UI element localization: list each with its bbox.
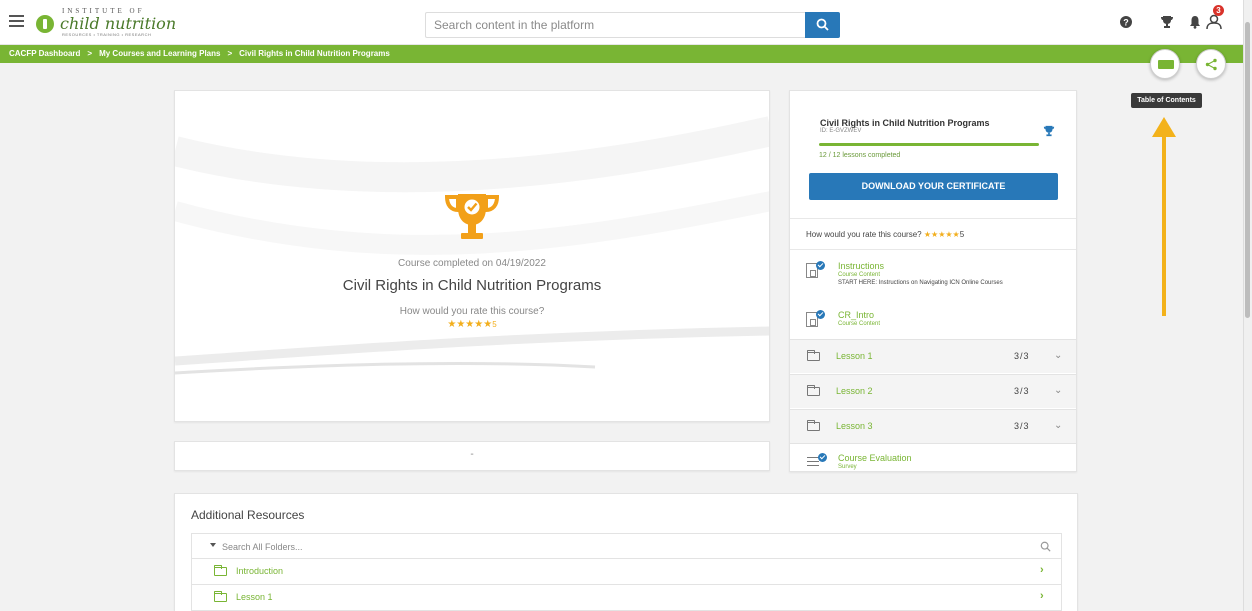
notification-badge: 3 [1213,5,1224,16]
breadcrumb-my-courses[interactable]: My Courses and Learning Plans [99,49,220,58]
folder-name[interactable]: Lesson 1 [236,592,273,602]
lesson-row-2[interactable]: Lesson 2 3/3 ⌄ [790,374,1076,408]
share-button[interactable] [1196,49,1226,79]
divider [790,218,1076,219]
lesson-name[interactable]: Lesson 3 [836,421,873,431]
help-icon[interactable]: ? [1119,15,1133,29]
content-item-description: START HERE: Instructions on Navigating I… [838,280,1003,286]
breadcrumb-current-course[interactable]: Civil Rights in Child Nutrition Programs [239,49,390,58]
scrollbar-thumb[interactable] [1245,22,1250,318]
completed-check-icon [818,453,827,462]
lesson-count: 3/3 [1014,386,1030,396]
rating-stars[interactable]: ★★★★★5 [175,319,769,330]
secondary-card-text: - [470,449,474,460]
breadcrumb: CACFP Dashboard > My Courses and Learning … [0,45,1243,63]
svg-text:?: ? [1123,18,1129,28]
global-search [425,12,840,38]
secondary-card: - [174,441,770,471]
table-of-contents-button[interactable] [1150,49,1180,79]
star-icons[interactable]: ★★★★★ [447,319,492,330]
folder-icon [214,591,227,602]
top-bar: INSTITUTE OF child nutrition RESOURCES •… [0,0,1243,45]
content-item-title[interactable]: CR_Intro [838,310,874,320]
folder-icon [807,420,820,431]
download-certificate-button[interactable]: DOWNLOAD YOUR CERTIFICATE [809,173,1058,200]
resource-folder-introduction[interactable]: Introduction › [191,559,1062,585]
logo[interactable]: INSTITUTE OF child nutrition RESOURCES •… [36,6,176,38]
folder-icon [807,385,820,396]
sidebar-rate-label: How would you rate this course? [806,230,922,239]
lessons-completed: 12 / 12 lessons completed [819,152,901,159]
content-item-type: Course Content [838,272,881,278]
lesson-count: 3/3 [1014,351,1030,361]
bell-icon[interactable] [1188,15,1202,29]
course-progress-bar [819,143,1039,146]
content-item-type: Course Content [838,321,881,327]
search-input[interactable] [425,12,805,38]
search-icon [816,18,829,31]
rating-value: 5 [492,320,497,329]
content-item-title[interactable]: Instructions [838,261,884,271]
content-item-cr-intro[interactable]: CR_Intro Course Content [790,302,1076,342]
content-item-instructions[interactable]: Instructions Course Content START HERE: … [790,253,1076,293]
logo-line3: RESOURCES • TRAINING • RESEARCH [62,32,152,37]
resources-title: Additional Resources [191,508,305,522]
evaluation-title[interactable]: Course Evaluation [838,453,912,463]
folder-search [191,533,1062,559]
course-evaluation-item[interactable]: Course Evaluation Survey [790,443,1076,471]
logo-line2: child nutrition [60,14,177,33]
sidebar-course-title: Civil Rights in Child Nutrition Programs [820,118,990,128]
folder-name[interactable]: Introduction [236,566,283,576]
logo-mark [36,15,54,33]
trophy-icon[interactable] [1160,15,1174,29]
caret-down-icon[interactable] [210,543,216,547]
annotation-arrow-icon [1152,117,1176,316]
course-completion-card: Course completed on 04/19/2022 Civil Rig… [174,90,770,422]
trophy-icon [1043,125,1055,137]
menu-icon[interactable] [9,15,24,27]
trophy-icon [445,194,499,239]
folder-icon [214,565,227,576]
course-title: Civil Rights in Child Nutrition Programs [342,277,602,294]
share-icon [1205,58,1217,71]
chevron-down-icon[interactable]: ⌄ [1054,420,1062,431]
lesson-row-3[interactable]: Lesson 3 3/3 ⌄ [790,409,1076,443]
rate-label: How would you rate this course? [399,306,545,317]
breadcrumb-separator: > [227,49,233,58]
table-of-contents-tooltip: Table of Contents [1131,93,1202,108]
sidebar-rating[interactable]: How would you rate this course? ★★★★★5 [806,230,964,239]
lesson-count: 3/3 [1014,421,1030,431]
chevron-right-icon[interactable]: › [1040,564,1044,576]
course-sidebar: Civil Rights in Child Nutrition Programs… [789,90,1077,472]
lesson-name[interactable]: Lesson 2 [836,386,873,396]
completed-check-icon [816,310,825,319]
chevron-right-icon[interactable]: › [1040,590,1044,602]
lesson-name[interactable]: Lesson 1 [836,351,873,361]
evaluation-type: Survey [838,464,857,470]
course-id: ID: E-GVZWEV [820,128,862,134]
resource-folder-lesson-1[interactable]: Lesson 1 › [191,585,1062,611]
sidebar-rating-value: 5 [959,230,965,239]
breadcrumb-separator: > [87,49,93,58]
completion-date: Course completed on 04/19/2022 [398,258,546,269]
folder-search-input[interactable] [222,538,1002,555]
additional-resources: Additional Resources Introduction › Less… [174,493,1078,611]
completed-check-icon [816,261,825,270]
search-icon[interactable] [1040,541,1051,552]
divider [790,249,1076,250]
star-icons[interactable]: ★★★★★ [924,230,960,239]
chevron-down-icon[interactable]: ⌄ [1054,350,1062,361]
search-button[interactable] [805,12,840,38]
folder-icon [807,350,820,361]
decorative-wave [175,116,769,375]
lesson-row-1[interactable]: Lesson 1 3/3 ⌄ [790,339,1076,373]
chevron-down-icon[interactable]: ⌄ [1054,385,1062,396]
breadcrumb-dashboard[interactable]: CACFP Dashboard [9,49,80,58]
